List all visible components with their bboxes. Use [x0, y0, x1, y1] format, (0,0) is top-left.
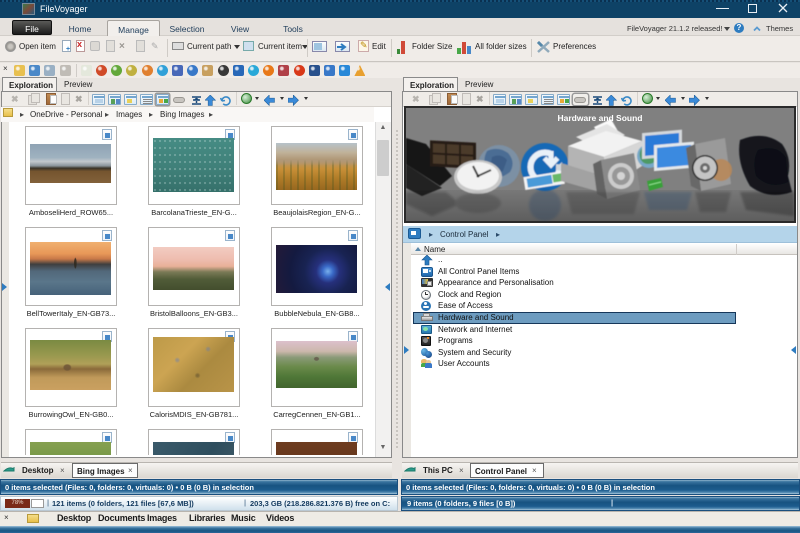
svg-text:Hardware and Sound: Hardware and Sound [557, 113, 642, 123]
